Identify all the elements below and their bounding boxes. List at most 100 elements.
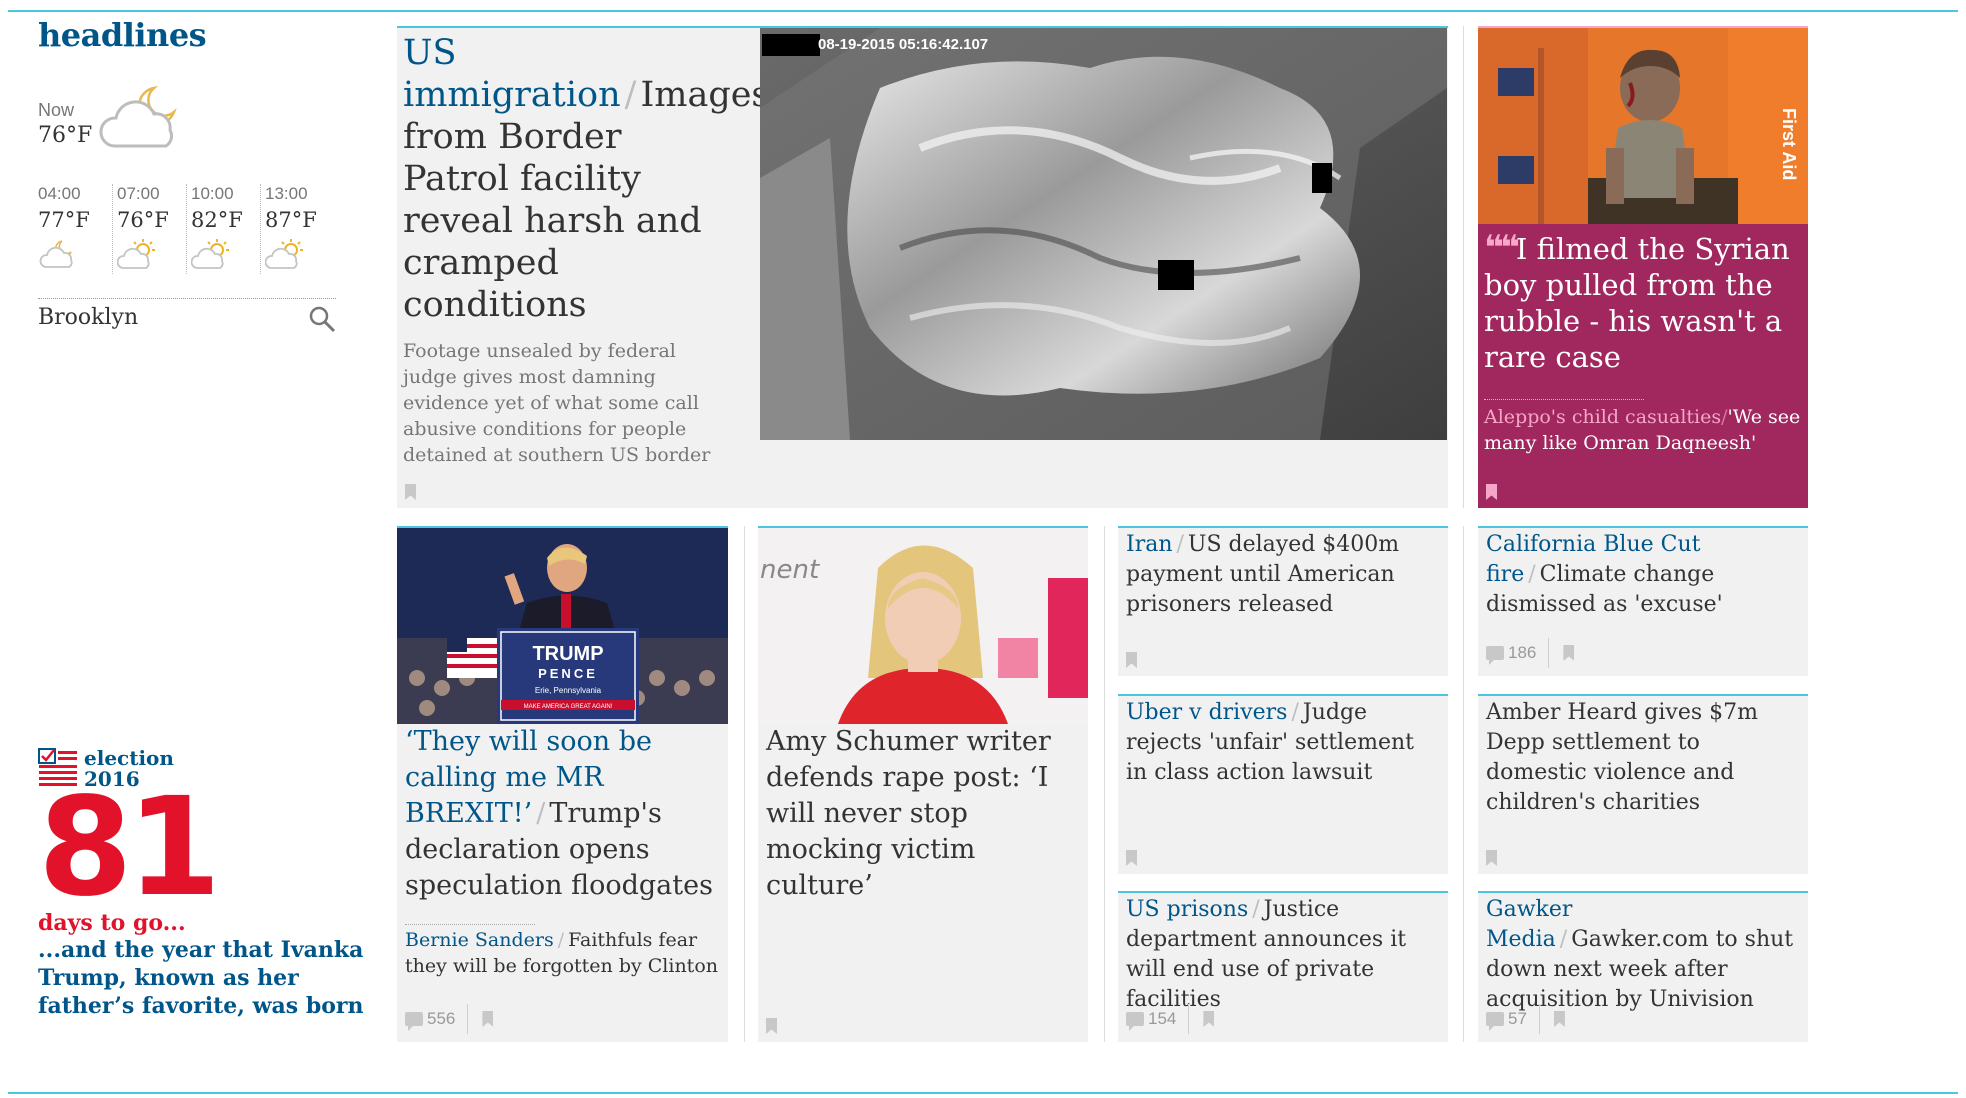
opinion-image[interactable]: First Aid xyxy=(1478,28,1808,224)
top-rule xyxy=(8,10,1958,12)
iran-headline[interactable]: Iran / US delayed $400m payment until Amer… xyxy=(1118,528,1448,620)
column-divider xyxy=(1104,526,1105,1042)
column-divider xyxy=(1463,526,1464,1042)
sun-cloud-icon xyxy=(116,239,155,269)
california-headline[interactable]: California Blue Cut fire / Climate change … xyxy=(1478,528,1808,620)
schumer-image[interactable]: nent xyxy=(758,528,1088,724)
gawker-headline[interactable]: Gawker Media / Gawker.com to shut down nex… xyxy=(1478,893,1808,1015)
sun-cloud-icon xyxy=(190,239,229,269)
bookmark-icon[interactable] xyxy=(1126,850,1137,866)
search-icon[interactable] xyxy=(308,305,336,333)
california-card[interactable]: California Blue Cut fire / Climate change … xyxy=(1478,526,1808,676)
card-footer xyxy=(1126,850,1137,866)
sign-slogan: MAKE AMERICA GREAT AGAIN! xyxy=(524,704,613,710)
card-footer xyxy=(766,1018,777,1034)
bookmark-icon[interactable] xyxy=(1563,645,1575,661)
forecast-temp: 76°F xyxy=(117,208,169,232)
kicker-separator: / xyxy=(1252,897,1260,922)
iran-card[interactable]: Iran / US delayed $400m payment until Amer… xyxy=(1118,526,1448,676)
heard-card[interactable]: Amber Heard gives $7m Depp settlement to… xyxy=(1478,694,1808,874)
kicker-separator: / xyxy=(557,929,565,951)
opinion-headline[interactable]: ❝❝I filmed the Syrian boy pulled from th… xyxy=(1478,224,1808,375)
kicker-separator: / xyxy=(624,75,637,115)
bookmark-icon[interactable] xyxy=(1486,850,1497,866)
comment-icon[interactable] xyxy=(1126,1012,1144,1031)
bookmark-icon[interactable] xyxy=(1553,1011,1565,1027)
heard-headline[interactable]: Amber Heard gives $7m Depp settlement to… xyxy=(1478,696,1808,818)
footer-divider xyxy=(467,1004,469,1034)
feature-headline[interactable]: US immigration / Images from Border Patrol… xyxy=(397,28,769,326)
comment-count[interactable]: 154 xyxy=(1148,1009,1176,1029)
comment-count[interactable]: 186 xyxy=(1508,643,1536,663)
trump-rally-image[interactable]: TRUMP PENCE Erie, Pennsylvania MAKE AMER… xyxy=(397,528,728,724)
election-label: election xyxy=(84,746,174,770)
moon-cloud-icon xyxy=(39,240,73,268)
bottom-rule xyxy=(8,1092,1958,1094)
opinion-sublink[interactable]: Aleppo's child casualties/'We see many l… xyxy=(1478,400,1808,456)
moon-cloud-icon xyxy=(99,85,177,148)
bookmark-icon[interactable] xyxy=(405,484,416,500)
image-timestamp: 08-19-2015 05:16:42.107 xyxy=(762,34,988,56)
gawker-card[interactable]: Gawker Media / Gawker.com to shut down nex… xyxy=(1478,891,1808,1042)
weather-location[interactable]: Brooklyn xyxy=(38,298,336,333)
schumer-card[interactable]: nent Amy Schumer writer defends rape pos… xyxy=(758,526,1088,1042)
quote-icon: ❝❝ xyxy=(1484,228,1520,268)
card-footer: 154 xyxy=(1126,1004,1215,1034)
trump-card[interactable]: TRUMP PENCE Erie, Pennsylvania MAKE AMER… xyxy=(397,526,728,1042)
comment-count[interactable]: 556 xyxy=(427,1009,455,1029)
election-countdown[interactable]: election 2016 81 days to go... ...and th… xyxy=(38,748,368,1020)
iran-kicker[interactable]: Iran xyxy=(1126,532,1173,557)
forecast-time: 13:00 xyxy=(265,184,308,203)
card-footer xyxy=(405,484,416,500)
footer-divider xyxy=(1188,1004,1190,1034)
uber-card[interactable]: Uber v drivers / Judge rejects 'unfair' se… xyxy=(1118,694,1448,874)
sign-location: Erie, Pennsylvania xyxy=(535,686,602,695)
feature-image[interactable]: 08-19-2015 05:16:42.107 xyxy=(760,28,1447,440)
card-footer: 186 xyxy=(1486,638,1575,668)
dotted-divider xyxy=(405,924,535,925)
comment-icon[interactable] xyxy=(1486,646,1504,665)
trump-headline[interactable]: ‘They will soon be calling me MR BREXIT!… xyxy=(397,724,728,904)
bookmark-icon[interactable] xyxy=(1203,1011,1215,1027)
trump-sublink[interactable]: Bernie Sanders / Faithfuls fear they will … xyxy=(397,927,728,979)
kicker-separator: / xyxy=(1559,927,1568,952)
card-footer xyxy=(1486,850,1497,866)
bookmark-icon[interactable] xyxy=(766,1018,777,1034)
opinion-card[interactable]: First Aid ❝❝I filmed the Syrian boy pull… xyxy=(1478,26,1808,508)
forecast-item: 10:00 82°F xyxy=(186,184,260,274)
sign-trump: TRUMP xyxy=(532,643,603,665)
schumer-headline[interactable]: Amy Schumer writer defends rape post: ‘I… xyxy=(758,724,1088,904)
bookmark-icon[interactable] xyxy=(1126,652,1137,668)
section-title[interactable]: headlines xyxy=(38,16,207,54)
election-fact[interactable]: ...and the year that Ivanka Trump, known… xyxy=(38,936,368,1020)
weather-forecast: 04:00 77°F 07:00 76°F 10:00 82°F 13:00 8… xyxy=(38,184,334,274)
opinion-sub-kicker[interactable]: Aleppo's child casualties xyxy=(1484,406,1721,428)
comment-count[interactable]: 57 xyxy=(1508,1009,1527,1029)
column-divider xyxy=(1463,26,1464,508)
prisons-kicker[interactable]: US prisons xyxy=(1126,897,1248,922)
prisons-card[interactable]: US prisons / Justice department announces … xyxy=(1118,891,1448,1042)
trump-sub-kicker[interactable]: Bernie Sanders xyxy=(405,929,554,951)
uber-headline[interactable]: Uber v drivers / Judge rejects 'unfair' se… xyxy=(1118,696,1448,788)
comment-icon[interactable] xyxy=(405,1012,423,1031)
card-footer: 556 xyxy=(405,1004,494,1034)
card-footer xyxy=(1126,652,1137,668)
forecast-temp: 77°F xyxy=(38,208,90,232)
kicker-separator: / xyxy=(1176,532,1184,557)
card-footer: 57 xyxy=(1486,1004,1565,1034)
forecast-item: 07:00 76°F xyxy=(112,184,186,274)
feature-kicker[interactable]: US immigration xyxy=(403,33,621,115)
prisons-headline[interactable]: US prisons / Justice department announces … xyxy=(1118,893,1448,1015)
ambulance-text: First Aid xyxy=(1779,108,1799,180)
timestamp-text: 08-19-2015 05:16:42.107 xyxy=(818,35,989,53)
bookmark-icon[interactable] xyxy=(482,1011,494,1027)
opinion-headline-text[interactable]: I filmed the Syrian boy pulled from the … xyxy=(1484,232,1790,374)
footer-divider xyxy=(1548,638,1550,668)
border-facility-photo xyxy=(760,28,1447,440)
backdrop-text: nent xyxy=(760,555,820,585)
bookmark-icon[interactable] xyxy=(1486,484,1497,500)
comment-icon[interactable] xyxy=(1486,1012,1504,1031)
location-name[interactable]: Brooklyn xyxy=(38,305,138,330)
uber-kicker[interactable]: Uber v drivers xyxy=(1126,700,1287,725)
kicker-separator: / xyxy=(1291,700,1299,725)
